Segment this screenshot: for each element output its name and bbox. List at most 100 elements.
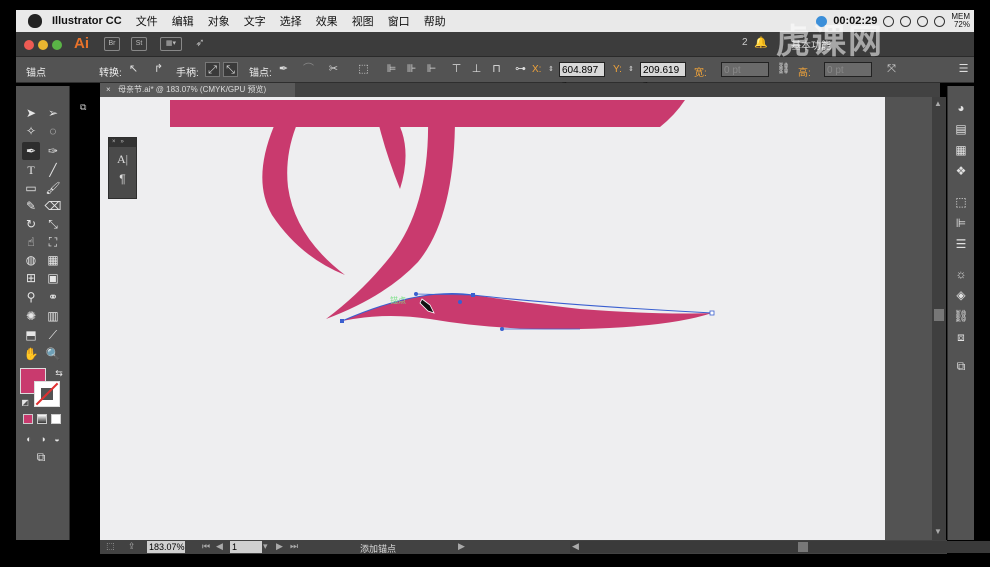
status-menu-icon[interactable]: ▶ — [458, 541, 465, 552]
menu-effect[interactable]: 效果 — [316, 13, 338, 29]
transform-panel-icon[interactable]: ⬚ — [953, 194, 969, 210]
warp-icon[interactable]: ☝ — [22, 233, 40, 251]
align-right-icon[interactable]: ⊩ — [424, 62, 439, 77]
bluetooth-icon[interactable] — [917, 15, 929, 27]
menu-object[interactable]: 对象 — [208, 13, 230, 29]
first-artboard-icon[interactable]: ⏮ — [202, 541, 210, 552]
magic-wand-icon[interactable]: ✧ — [22, 122, 40, 140]
symbol-sprayer-icon[interactable]: ✺ — [22, 307, 40, 325]
transform-icon[interactable]: ⤧ — [884, 62, 899, 77]
gradient-mode-icon[interactable] — [37, 414, 47, 424]
zoom-icon[interactable]: 🔍 — [44, 345, 62, 363]
volume-icon[interactable] — [934, 15, 946, 27]
swatches-icon[interactable]: ▦ — [953, 142, 969, 158]
shape-builder-icon[interactable]: ◍ — [22, 251, 40, 269]
column-graph-icon[interactable]: ▥ — [44, 307, 62, 325]
pencil-icon[interactable]: ✎ — [22, 197, 40, 215]
remove-anchor-icon[interactable]: ✒ — [276, 62, 291, 77]
color-mode-icon[interactable] — [23, 414, 33, 424]
horizontal-scroll-thumb[interactable] — [798, 542, 808, 552]
align-top-icon[interactable]: ⊤ — [449, 62, 464, 77]
hide-handles-icon[interactable]: ⤡ — [223, 62, 238, 77]
scale-icon[interactable]: ⤡ — [44, 215, 62, 233]
pen-icon[interactable]: ✒ — [22, 142, 40, 160]
stroke-panel-icon[interactable]: ☰ — [953, 236, 969, 252]
color-guide-icon[interactable]: ▤ — [953, 121, 969, 137]
show-handles-icon[interactable]: ⤢ — [205, 62, 220, 77]
rotate-icon[interactable]: ↻ — [22, 215, 40, 233]
app-menu[interactable]: Illustrator CC — [52, 15, 122, 27]
draw-inside-icon[interactable]: ◒ — [48, 430, 66, 448]
menu-help[interactable]: 帮助 — [424, 13, 446, 29]
default-colors-icon[interactable]: ◩ — [16, 394, 34, 412]
close-tab-icon[interactable]: × — [106, 83, 111, 97]
stock-button[interactable]: St — [131, 37, 147, 51]
toggle-panels-icon[interactable]: ⬚ — [106, 541, 115, 552]
bell-icon[interactable]: 🔔 — [754, 36, 768, 49]
scroll-up-icon[interactable]: ▲ — [934, 99, 942, 108]
line-icon[interactable]: ╱ — [44, 161, 62, 179]
artboard-dropdown-icon[interactable]: ▾ — [263, 541, 268, 552]
x-stepper-icon[interactable]: ⇕ — [546, 62, 556, 77]
mesh-icon[interactable]: ⊞ — [22, 269, 40, 287]
type-icon[interactable]: T — [22, 161, 40, 179]
share-icon[interactable]: ⇪ — [128, 541, 136, 552]
perspective-grid-icon[interactable]: ▦ — [44, 251, 62, 269]
menu-type[interactable]: 文字 — [244, 13, 266, 29]
blend-icon[interactable]: ⚭ — [44, 288, 62, 306]
zoom-window-button[interactable] — [52, 40, 62, 50]
last-artboard-icon[interactable]: ⏭ — [290, 541, 298, 552]
artboard-number-field[interactable]: 1 — [230, 541, 262, 553]
menu-window[interactable]: 窗口 — [388, 13, 410, 29]
arrange-documents-icon[interactable]: ▦▾ — [160, 37, 182, 51]
menu-view[interactable]: 视图 — [352, 13, 374, 29]
sync-icon[interactable] — [883, 15, 895, 27]
convert-to-corner-icon[interactable]: ↖ — [126, 62, 141, 77]
arrange-panels-icon[interactable]: ⧉ — [80, 102, 92, 114]
align-panel-icon[interactable]: ⊫ — [953, 215, 969, 231]
minimize-window-button[interactable] — [38, 40, 48, 50]
menu-edit[interactable]: 编辑 — [172, 13, 194, 29]
scroll-left-icon[interactable]: ◀ — [572, 541, 579, 552]
connect-anchor-icon[interactable]: ⌒ — [301, 62, 316, 77]
next-artboard-icon[interactable]: ▶ — [276, 541, 283, 552]
layers-icon[interactable]: ◈ — [953, 287, 969, 303]
gpu-performance-icon[interactable]: ➶ — [192, 37, 208, 51]
swap-colors-icon[interactable]: ⇆ — [50, 364, 68, 382]
prev-artboard-icon[interactable]: ◀ — [216, 541, 223, 552]
x-field[interactable]: 604.897 p — [559, 62, 605, 91]
appearance-icon[interactable]: ☼ — [953, 266, 969, 282]
height-field[interactable]: 0 pt — [824, 62, 872, 77]
panel-menu-icon[interactable]: ☰ — [956, 62, 971, 77]
align-left-icon[interactable]: ⊫ — [384, 62, 399, 77]
width-field[interactable]: 0 pt — [721, 62, 769, 77]
horizontal-scrollbar[interactable]: ◀ ▶ — [570, 541, 990, 553]
artboards-panel-icon[interactable]: ⧈ — [953, 329, 969, 345]
align-bottom-icon[interactable]: ⊓ — [489, 62, 504, 77]
close-window-button[interactable] — [24, 40, 34, 50]
rectangle-icon[interactable]: ▭ — [22, 179, 40, 197]
vertical-scrollbar[interactable]: ▲ ▼ — [932, 97, 946, 540]
symbols-icon[interactable]: ❖ — [953, 163, 969, 179]
eyedropper-icon[interactable]: ⚲ — [22, 288, 40, 306]
curvature-icon[interactable]: ✑ — [44, 142, 62, 160]
paintbrush-icon[interactable]: 🖌 — [44, 179, 62, 197]
paragraph-icon[interactable]: ¶ — [109, 172, 136, 186]
slice-icon[interactable]: ⟋ — [44, 326, 62, 344]
stroke-color-swatch[interactable] — [34, 381, 60, 407]
artboard-canvas[interactable]: 锚点 — [100, 97, 885, 540]
reference-point-icon[interactable]: ⊶ — [513, 62, 528, 77]
y-stepper-icon[interactable]: ⇕ — [626, 62, 636, 77]
menu-file[interactable]: 文件 — [136, 13, 158, 29]
apple-icon[interactable] — [28, 14, 42, 28]
align-middle-icon[interactable]: ⊥ — [469, 62, 484, 77]
document-tab[interactable]: × 母亲节.ai* @ 183.07% (CMYK/GPU 预览) — [100, 83, 295, 97]
cut-path-icon[interactable]: ✂ — [326, 62, 341, 77]
artboard-icon[interactable]: ⬒ — [22, 326, 40, 344]
menu-select[interactable]: 选择 — [280, 13, 302, 29]
character-icon[interactable]: A| — [109, 152, 136, 167]
convert-to-smooth-icon[interactable]: ↱ — [151, 62, 166, 77]
pathfinder-icon[interactable]: ⧉ — [953, 358, 969, 374]
wifi-icon[interactable] — [900, 15, 912, 27]
links-icon[interactable]: ⛓ — [953, 308, 969, 324]
